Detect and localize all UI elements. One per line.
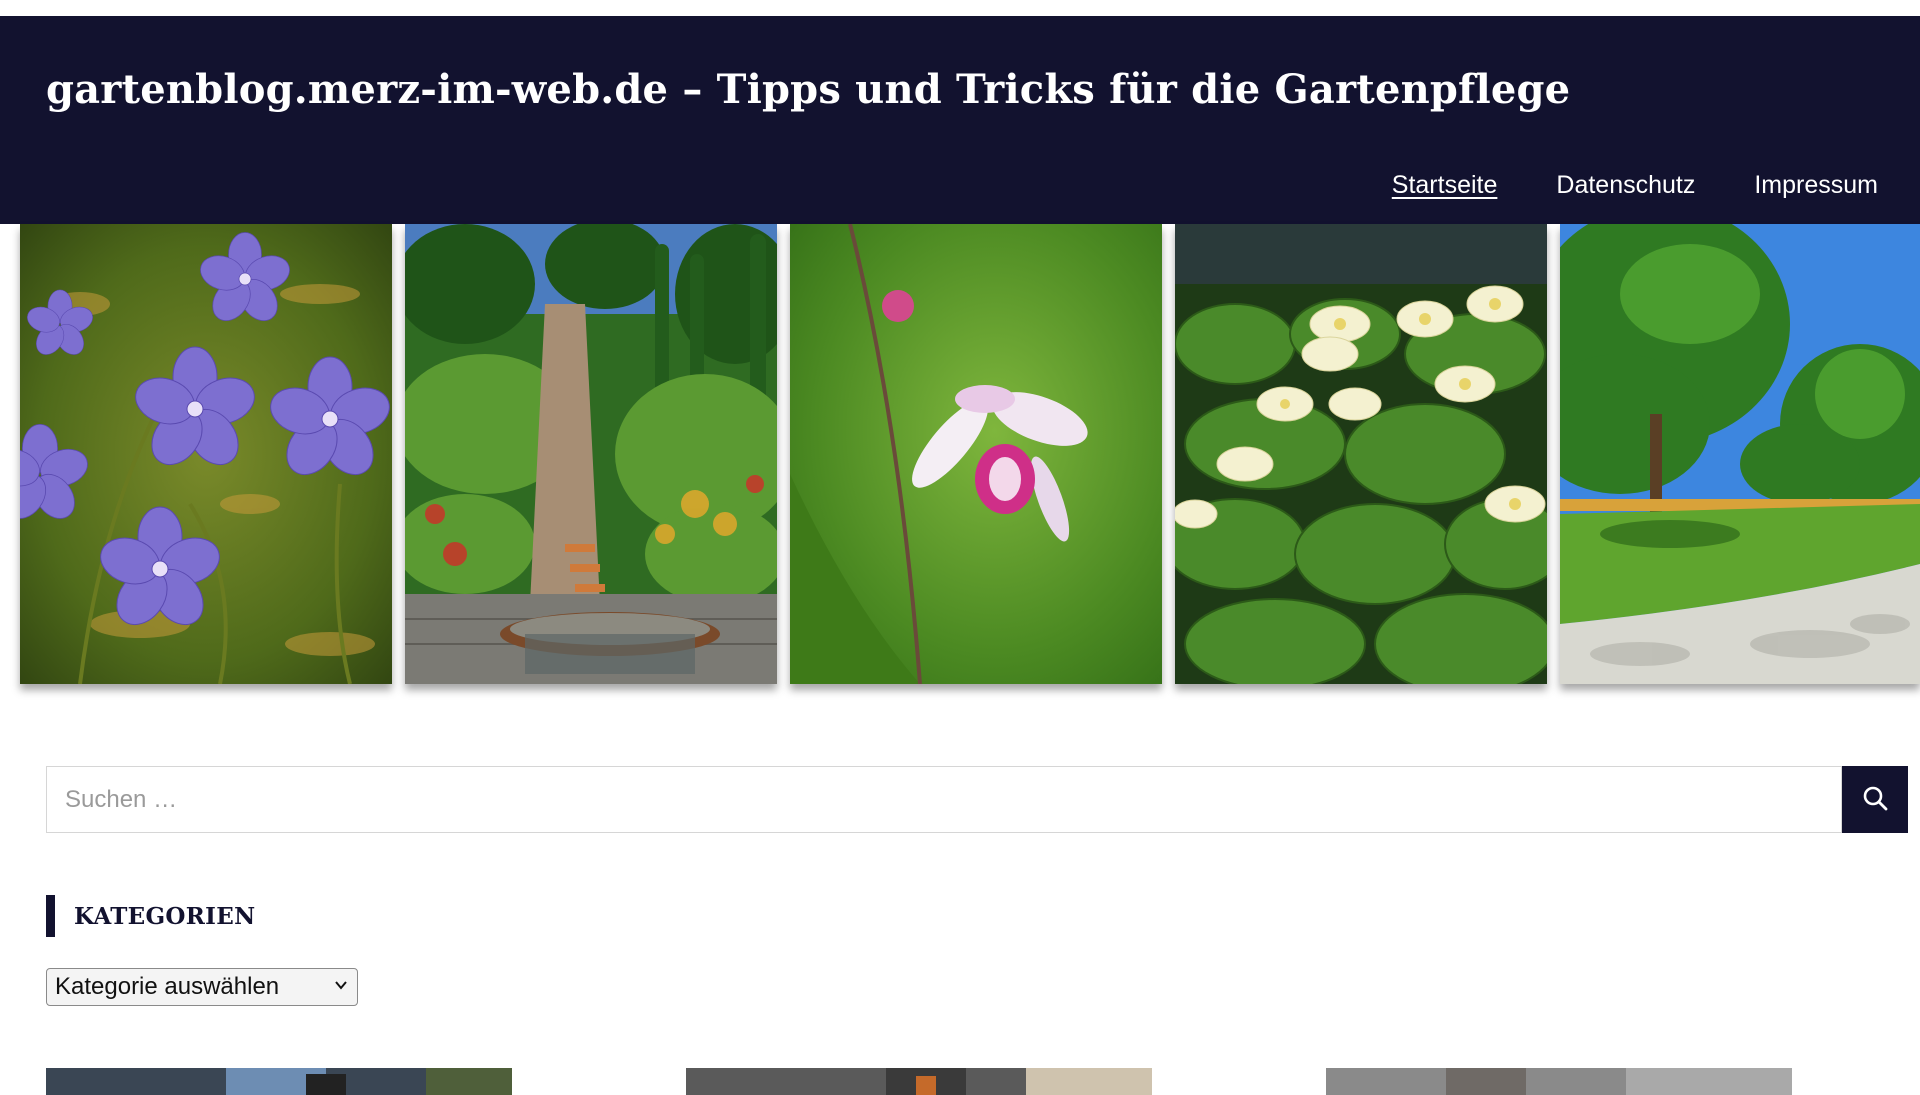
categories-widget-title: KATEGORIEN [46, 895, 255, 937]
site-header: gartenblog.merz-im-web.de – Tipps und Tr… [0, 16, 1920, 224]
post-thumbnail[interactable] [686, 1068, 1152, 1095]
post-thumbnail[interactable] [1326, 1068, 1792, 1095]
search-icon [1862, 785, 1888, 814]
park-lawn-tree-photo [1560, 224, 1920, 684]
nav-item-startseite[interactable]: Startseite [1392, 171, 1498, 200]
category-select-value: Kategorie auswählen [55, 973, 280, 1000]
search-input[interactable] [46, 766, 1842, 833]
search-button[interactable] [1842, 766, 1908, 833]
top-strip [0, 0, 1920, 16]
nav-item-datenschutz[interactable]: Datenschutz [1556, 171, 1695, 200]
geranium-flowers-photo [20, 224, 392, 684]
main-navigation: Startseite Datenschutz Impressum [1392, 171, 1878, 200]
chevron-down-icon [333, 977, 349, 998]
post-thumbnail[interactable] [46, 1068, 512, 1095]
header-image-gallery [20, 224, 1920, 684]
category-select[interactable]: Kategorie auswählen [46, 968, 358, 1006]
search-form [46, 766, 1908, 833]
site-title[interactable]: gartenblog.merz-im-web.de – Tipps und Tr… [46, 66, 1570, 113]
orchid-photo [790, 224, 1162, 684]
water-lilies-photo [1175, 224, 1547, 684]
terraced-garden-fountain-photo [405, 224, 777, 684]
nav-item-impressum[interactable]: Impressum [1754, 171, 1878, 200]
